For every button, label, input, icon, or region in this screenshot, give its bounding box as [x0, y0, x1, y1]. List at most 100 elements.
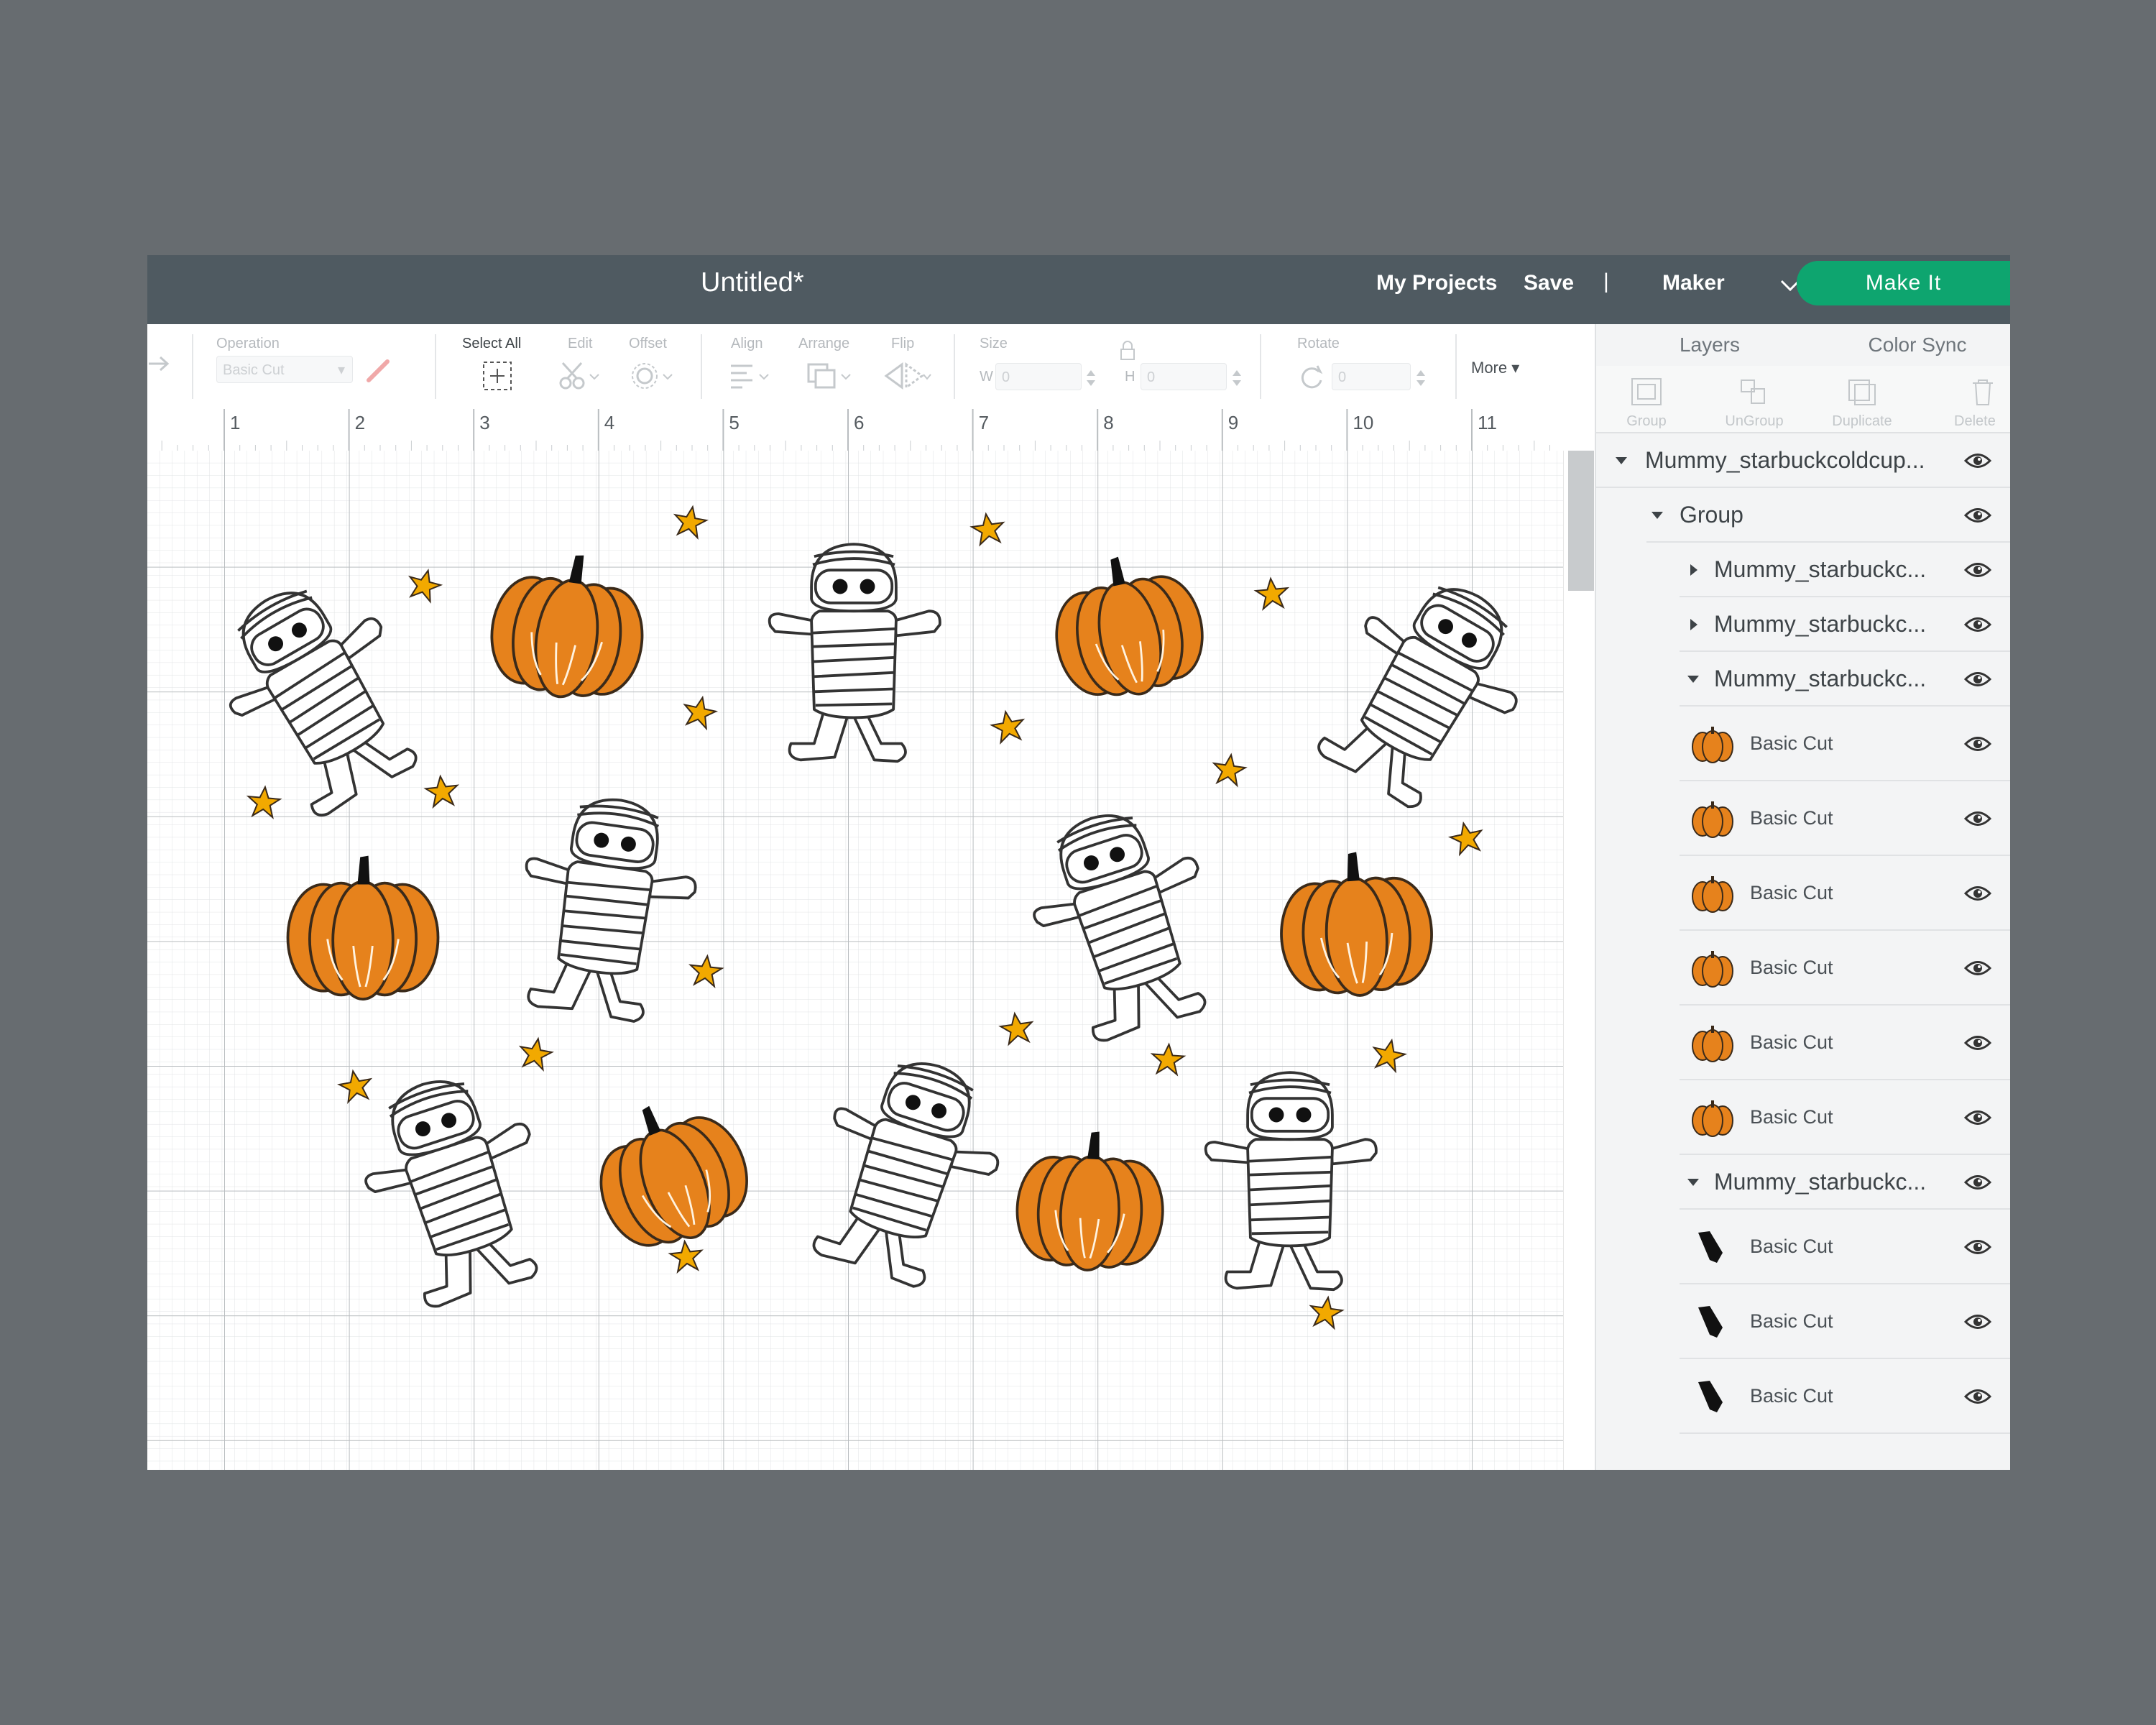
layer-item[interactable]: Basic Cut	[1596, 856, 2010, 931]
layer-group[interactable]: Mummy_starbuckc...	[1596, 543, 2010, 597]
more-menu[interactable]: More ▾	[1471, 359, 1519, 377]
operation-select[interactable]: Basic Cut ▾	[216, 356, 353, 383]
layer-group[interactable]: Group	[1596, 488, 2010, 543]
pen-color-icon[interactable]	[364, 356, 393, 385]
layer-operation: Basic Cut	[1750, 807, 1833, 829]
layer-name: Mummy_starbuckc...	[1714, 556, 1927, 582]
arrange-icon[interactable]	[806, 362, 853, 390]
rotate-input[interactable]: 0	[1332, 363, 1411, 390]
offset-icon[interactable]	[630, 360, 673, 392]
layer-operation: Basic Cut	[1750, 957, 1833, 978]
eye-icon[interactable]	[1963, 884, 1992, 906]
eye-icon[interactable]	[1963, 959, 1992, 981]
layer-actions: Group UnGroup Duplicate Delete	[1596, 366, 2010, 433]
pumpkin-icon	[1688, 797, 1737, 844]
lock-icon[interactable]	[1118, 340, 1138, 362]
eye-icon[interactable]	[1963, 1312, 1992, 1335]
eye-icon[interactable]	[1963, 1173, 1992, 1195]
stepper-icon[interactable]	[1085, 367, 1097, 389]
group-button[interactable]: Group	[1596, 366, 1697, 432]
eye-icon[interactable]	[1963, 1034, 1992, 1056]
layer-operation: Basic Cut	[1750, 1106, 1833, 1128]
horizontal-ruler: 1 2 3 4 5 6 7 8 9 10 11	[147, 409, 1563, 451]
tab-layers[interactable]: Layers	[1596, 324, 1823, 368]
rotate-label: Rotate	[1297, 336, 1340, 351]
project-title[interactable]: Untitled*	[701, 255, 1103, 324]
layer-name: Mummy_starbuckc...	[1714, 1169, 1927, 1195]
caret-down-icon[interactable]	[1649, 507, 1665, 527]
ruler-label: 9	[1227, 412, 1239, 433]
layer-group[interactable]: Mummy_starbuckc...	[1596, 597, 2010, 652]
trash-icon	[1973, 380, 1993, 405]
layer-group[interactable]: Mummy_starbuckcoldcup...	[1596, 433, 2010, 488]
layer-item[interactable]: Basic Cut	[1596, 781, 2010, 856]
toolbar-divider	[1455, 334, 1457, 399]
eye-icon[interactable]	[1963, 561, 1992, 583]
save-button[interactable]: Save	[1524, 271, 1574, 295]
layer-item[interactable]: Basic Cut	[1596, 1006, 2010, 1080]
eye-icon[interactable]	[1963, 1387, 1992, 1409]
eye-icon[interactable]	[1963, 506, 1992, 528]
edit-scissors-icon[interactable]	[557, 360, 600, 392]
delete-button[interactable]: Delete	[1940, 366, 2010, 432]
eye-icon[interactable]	[1963, 1238, 1992, 1260]
caret-right-icon[interactable]	[1685, 617, 1701, 636]
my-projects-link[interactable]: My Projects	[1376, 271, 1497, 295]
title-bar: Untitled* My Projects Save | Maker Make …	[147, 255, 2010, 324]
flip-icon[interactable]	[882, 362, 932, 390]
layer-item[interactable]: Basic Cut	[1596, 1359, 2010, 1434]
pumpkin-icon	[1688, 1021, 1737, 1068]
ruler-label: 8	[1103, 412, 1114, 433]
layer-operation: Basic Cut	[1750, 1385, 1833, 1407]
layer-operation: Basic Cut	[1750, 1310, 1833, 1332]
toolbar-divider	[435, 334, 436, 399]
layer-name: Mummy_starbuckc...	[1714, 611, 1927, 637]
design-space-window: Untitled* My Projects Save | Maker Make …	[147, 255, 2010, 1470]
vertical-scrollbar[interactable]	[1563, 451, 1595, 1470]
align-icon[interactable]	[728, 362, 771, 390]
toolbar-divider	[954, 334, 955, 399]
toolbar-divider	[192, 334, 193, 399]
stepper-icon[interactable]	[1415, 367, 1427, 389]
caret-down-icon[interactable]	[1685, 1174, 1701, 1194]
rotate-icon[interactable]	[1297, 364, 1326, 390]
layer-group[interactable]: Mummy_starbuckc...	[1596, 1155, 2010, 1210]
layer-item[interactable]: Basic Cut	[1596, 1210, 2010, 1284]
layer-group[interactable]: Mummy_starbuckc...	[1596, 652, 2010, 707]
layer-item[interactable]: Basic Cut	[1596, 707, 2010, 781]
caret-down-icon[interactable]	[1613, 453, 1629, 472]
width-value: 0	[1002, 369, 1010, 385]
panel-tabs: Layers Color Sync	[1596, 324, 2010, 368]
offset-label: Offset	[629, 336, 667, 351]
machine-selector[interactable]: Maker	[1662, 271, 1725, 295]
redo-icon[interactable]	[147, 353, 173, 374]
height-input[interactable]: 0	[1141, 363, 1227, 390]
layer-item[interactable]: Basic Cut	[1596, 1284, 2010, 1359]
design-canvas[interactable]	[147, 451, 1563, 1470]
layer-item[interactable]: Basic Cut	[1596, 931, 2010, 1006]
toolbar-divider	[701, 334, 702, 399]
eye-icon[interactable]	[1963, 1108, 1992, 1131]
tab-color-sync[interactable]: Color Sync	[1823, 324, 2010, 367]
layer-divider	[1680, 1432, 2010, 1434]
caret-right-icon[interactable]	[1685, 562, 1701, 581]
pumpkin-icon	[1688, 1096, 1737, 1143]
make-it-button[interactable]: Make It	[1797, 261, 2010, 305]
pumpkin-icon	[1688, 947, 1737, 993]
scrollbar-thumb[interactable]	[1568, 451, 1594, 591]
eye-icon[interactable]	[1963, 670, 1992, 692]
ruler-label: 7	[978, 412, 990, 433]
caret-down-icon[interactable]	[1685, 671, 1701, 691]
toolbar-divider	[1260, 334, 1261, 399]
duplicate-button[interactable]: Duplicate	[1812, 366, 1912, 432]
eye-icon[interactable]	[1963, 735, 1992, 757]
eye-icon[interactable]	[1963, 809, 1992, 832]
select-all-icon[interactable]	[482, 360, 513, 392]
eye-icon[interactable]	[1963, 615, 1992, 638]
ungroup-button[interactable]: UnGroup	[1704, 366, 1805, 432]
layer-item[interactable]: Basic Cut	[1596, 1080, 2010, 1155]
stepper-icon[interactable]	[1231, 367, 1243, 389]
width-input[interactable]: 0	[995, 363, 1082, 390]
ruler-label: 3	[479, 412, 490, 433]
eye-icon[interactable]	[1963, 451, 1992, 474]
